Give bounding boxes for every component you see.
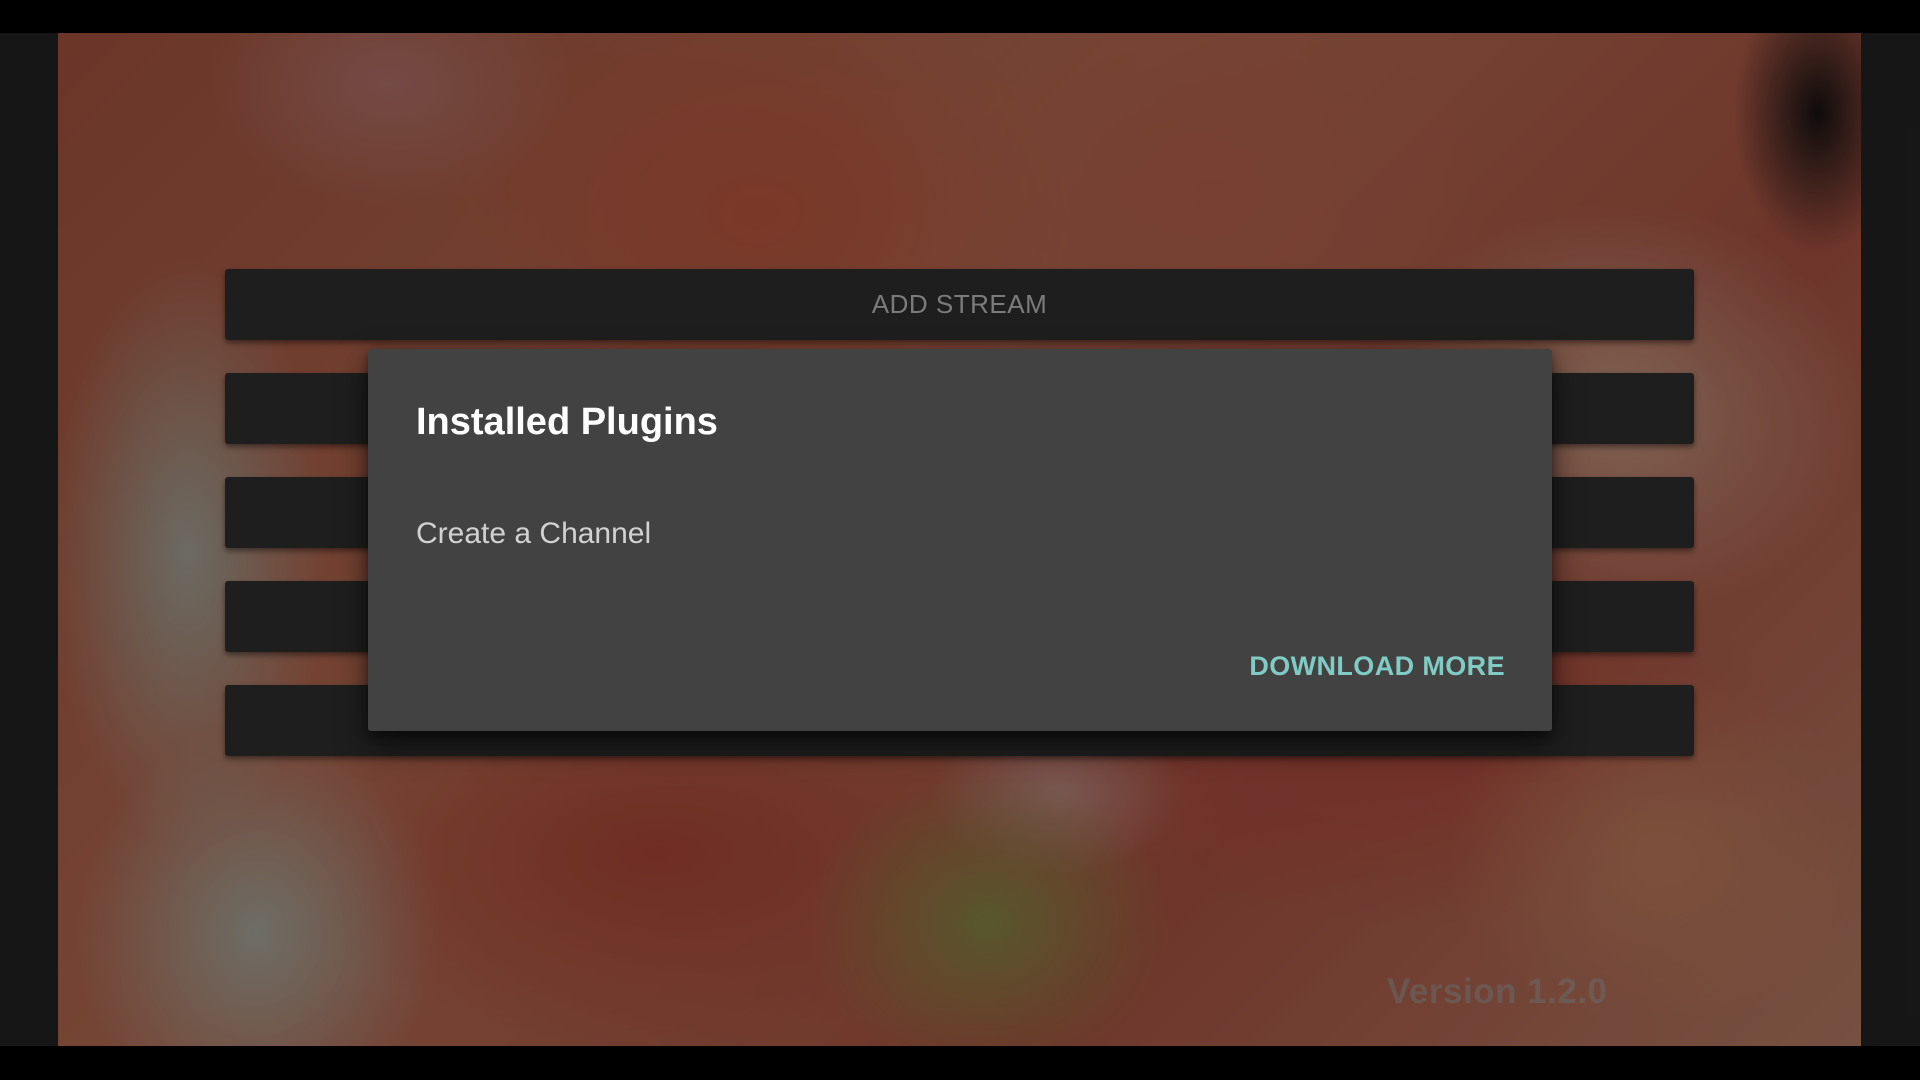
- tv-screen: ADD STREAM Version 1.2.0 Installed Plugi…: [0, 0, 1920, 1080]
- dialog-title: Installed Plugins: [416, 401, 718, 443]
- plugin-list: Create a Channel: [416, 517, 651, 551]
- download-more-button[interactable]: DOWNLOAD MORE: [1249, 651, 1505, 682]
- installed-plugins-dialog: Installed Plugins Create a Channel DOWNL…: [368, 349, 1552, 731]
- plugin-item-create-a-channel[interactable]: Create a Channel: [416, 517, 651, 551]
